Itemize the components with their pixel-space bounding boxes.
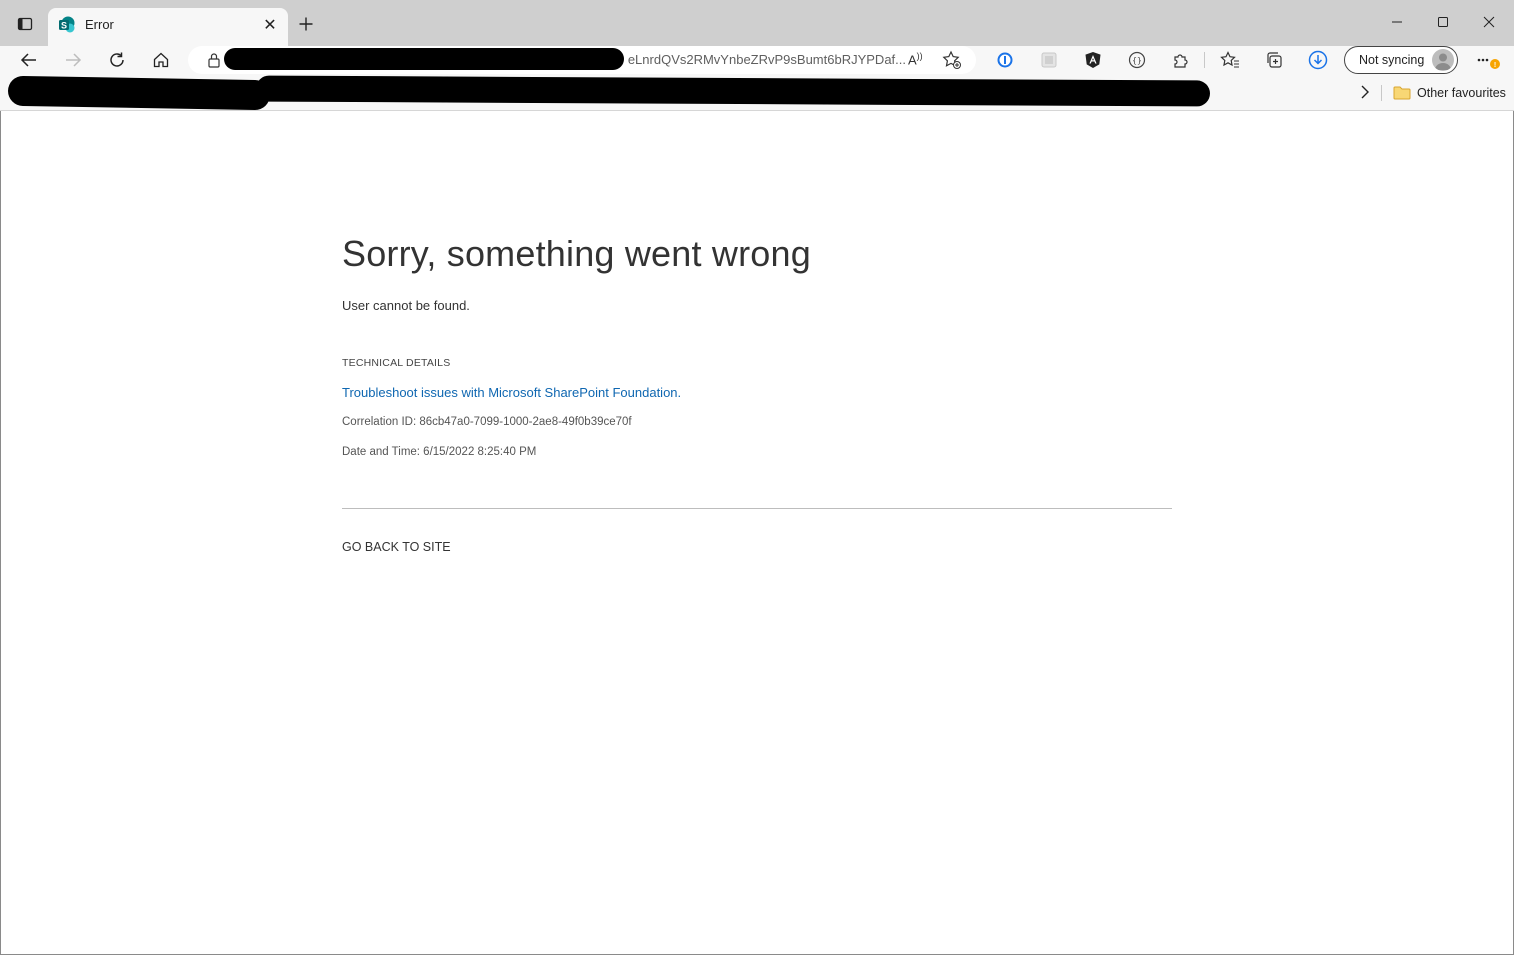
folder-icon bbox=[1393, 86, 1411, 100]
maximize-button[interactable] bbox=[1420, 8, 1466, 36]
favourites-redaction-main bbox=[255, 75, 1211, 107]
settings-more-button[interactable]: ! bbox=[1470, 46, 1504, 74]
browser-toolbar: eLnrdQVs2RMvYnbeZRvP9sBumt6bRJYPDaf... A… bbox=[0, 46, 1514, 76]
add-favourite-icon[interactable] bbox=[942, 50, 962, 70]
more-favourites-button[interactable] bbox=[1358, 84, 1372, 100]
troubleshoot-link[interactable]: Troubleshoot issues with Microsoft Share… bbox=[342, 385, 681, 400]
back-button[interactable] bbox=[14, 46, 44, 74]
person-icon bbox=[1435, 53, 1451, 70]
tab-actions-icon bbox=[17, 17, 33, 31]
other-favourites-label: Other favourites bbox=[1417, 86, 1506, 100]
favourites-divider bbox=[1381, 85, 1382, 101]
arrow-left-icon bbox=[20, 53, 36, 67]
minimize-button[interactable] bbox=[1374, 8, 1420, 36]
collections-button[interactable] bbox=[1259, 46, 1289, 74]
svg-text:!: ! bbox=[1494, 62, 1496, 69]
divider bbox=[342, 508, 1172, 509]
favourites-star-icon bbox=[1220, 51, 1239, 68]
date-time: Date and Time: 6/15/2022 8:25:40 PM bbox=[342, 446, 537, 458]
error-message: User cannot be found. bbox=[342, 298, 470, 313]
downloads-button[interactable] bbox=[1303, 46, 1333, 74]
extensions-button[interactable] bbox=[1166, 46, 1196, 74]
minimize-icon bbox=[1392, 21, 1402, 23]
angular-icon bbox=[1085, 52, 1101, 68]
plus-icon bbox=[299, 17, 313, 31]
avatar bbox=[1432, 49, 1454, 71]
sync-status-label: Not syncing bbox=[1359, 53, 1425, 67]
go-back-to-site-link[interactable]: GO BACK TO SITE bbox=[342, 540, 451, 554]
password-manager-extension-button[interactable] bbox=[990, 46, 1020, 74]
chevron-right-icon bbox=[1361, 85, 1369, 99]
angular-extension-button[interactable] bbox=[1078, 46, 1108, 74]
favourites-button[interactable] bbox=[1215, 46, 1245, 74]
puzzle-icon bbox=[1174, 54, 1188, 68]
password-manager-icon bbox=[997, 52, 1013, 68]
tab-error[interactable]: S Error ✕ bbox=[48, 8, 288, 46]
maximize-icon bbox=[1438, 17, 1448, 27]
correlation-id: Correlation ID: 86cb47a0-7099-1000-2ae8-… bbox=[342, 416, 632, 428]
tab-actions-button[interactable] bbox=[10, 10, 40, 38]
close-tab-icon[interactable]: ✕ bbox=[260, 15, 280, 35]
more-dots-icon: ! bbox=[1477, 58, 1500, 69]
svg-text:S: S bbox=[61, 21, 67, 31]
home-icon bbox=[153, 52, 169, 68]
tab-strip: S Error ✕ bbox=[0, 0, 1514, 46]
sharepoint-icon: S bbox=[59, 16, 75, 33]
refresh-icon bbox=[110, 52, 124, 67]
close-icon bbox=[1483, 16, 1495, 28]
download-icon bbox=[1308, 50, 1328, 70]
address-bar[interactable]: eLnrdQVs2RMvYnbeZRvP9sBumt6bRJYPDaf... A… bbox=[188, 46, 976, 74]
extension-grey-button[interactable] bbox=[1034, 46, 1064, 74]
toolbar-divider bbox=[1204, 52, 1205, 68]
other-favourites-folder[interactable]: Other favourites bbox=[1393, 84, 1506, 102]
new-tab-button[interactable] bbox=[294, 12, 318, 36]
arrow-right-icon bbox=[66, 53, 82, 67]
favourites-redaction-left bbox=[7, 75, 271, 111]
lock-icon[interactable] bbox=[207, 52, 221, 68]
favourites-bar: Other favourites bbox=[0, 75, 1514, 111]
page-title: Sorry, something went wrong bbox=[342, 233, 811, 274]
read-aloud-icon[interactable]: A)) bbox=[908, 51, 923, 67]
tab-title: Error bbox=[85, 17, 114, 32]
browser-window-frame bbox=[0, 0, 1514, 955]
extension-grid-icon bbox=[1041, 52, 1057, 68]
svg-text:{}: {} bbox=[1132, 56, 1142, 65]
technical-details-heading: TECHNICAL DETAILS bbox=[342, 357, 451, 369]
forward-button[interactable] bbox=[58, 46, 88, 74]
code-braces-icon: {} bbox=[1128, 51, 1146, 69]
devtools-extension-button[interactable]: {} bbox=[1122, 46, 1152, 74]
close-window-button[interactable] bbox=[1466, 8, 1512, 36]
home-button[interactable] bbox=[146, 46, 176, 74]
collections-icon bbox=[1267, 52, 1282, 68]
url-redaction bbox=[224, 48, 624, 70]
refresh-button[interactable] bbox=[102, 46, 132, 74]
profile-sync-button[interactable]: Not syncing bbox=[1344, 46, 1458, 74]
